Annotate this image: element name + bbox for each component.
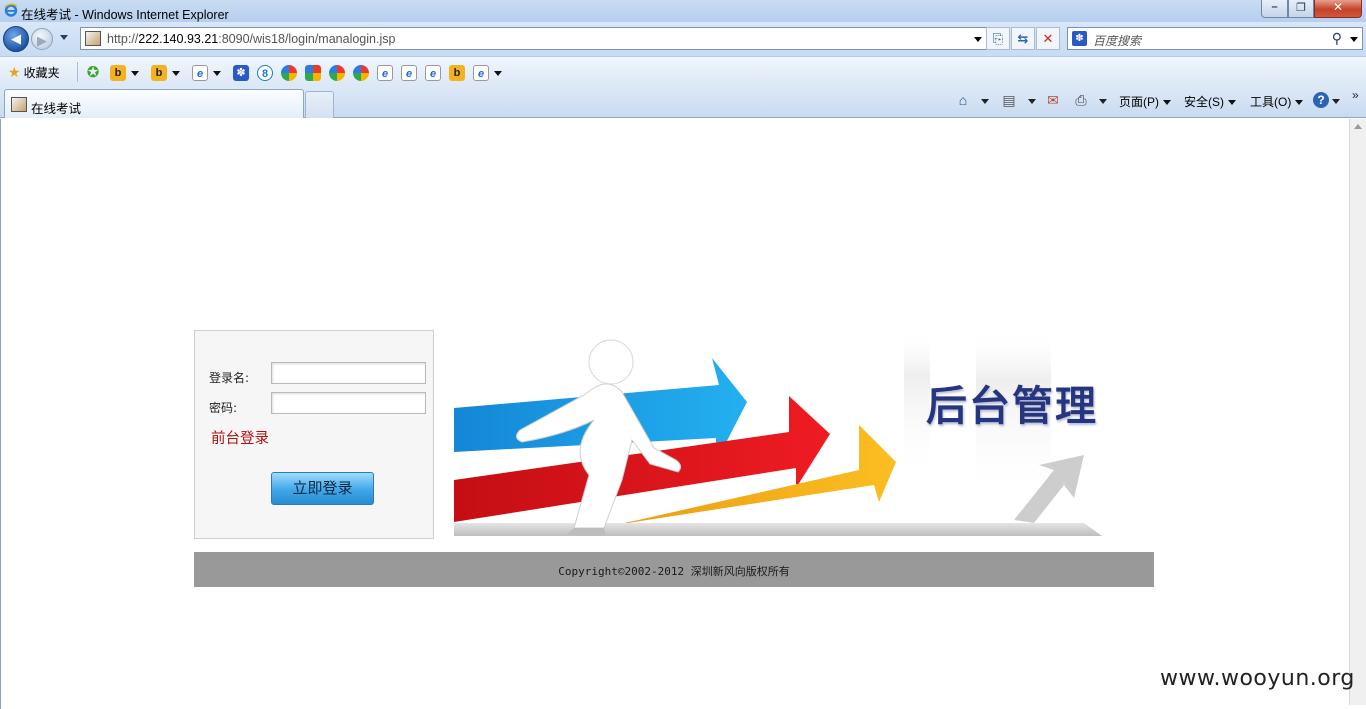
scroll-up-icon[interactable] xyxy=(1354,124,1362,129)
minimize-icon: – xyxy=(1271,1,1278,13)
copyright-text: Copyright©2002-2012 深圳新风向版权所有 xyxy=(558,565,790,578)
admin-title: 后台管理 xyxy=(926,382,1098,430)
chevron-down-icon[interactable] xyxy=(1332,99,1340,104)
ie-page-icon[interactable]: e xyxy=(192,65,208,81)
star-icon: ★ xyxy=(8,64,21,80)
ie-page-icon[interactable]: e xyxy=(377,65,393,81)
compatibility-icon: ⎘ xyxy=(992,31,1004,46)
password-field[interactable] xyxy=(271,392,426,414)
tab-active[interactable]: 在线考试 xyxy=(4,89,304,118)
ie-page-icon[interactable]: e xyxy=(401,65,417,81)
refresh-button[interactable]: ⇆ xyxy=(1011,27,1035,50)
favorites-bar: ★ 收藏夹 ✪ b b e ✽ 8 e e e b e xyxy=(0,56,1366,86)
bing-icon[interactable]: b xyxy=(449,65,465,81)
footer: Copyright©2002-2012 深圳新风向版权所有 xyxy=(194,552,1154,587)
colorful-site-icon[interactable] xyxy=(353,65,369,81)
vertical-scrollbar[interactable] xyxy=(1349,119,1366,705)
chevron-down-icon[interactable] xyxy=(213,71,221,76)
title-bar: 在线考试 - Windows Internet Explorer – ❐ ✕ xyxy=(0,0,1366,22)
colorful-site-icon[interactable] xyxy=(305,65,321,81)
ie-page-icon[interactable]: e xyxy=(425,65,441,81)
baidu-icon: ✽ xyxy=(1072,31,1087,46)
tools-menu-button[interactable]: 工具(O) xyxy=(1250,93,1304,110)
number-eight-icon[interactable]: 8 xyxy=(257,65,273,81)
front-login-link[interactable]: 前台登录 xyxy=(211,427,269,448)
favorites-label: 收藏夹 xyxy=(23,66,60,80)
refresh-icon: ⇆ xyxy=(1017,31,1029,46)
maximize-button[interactable]: ❐ xyxy=(1288,0,1314,18)
chevron-down-icon[interactable] xyxy=(974,37,982,42)
username-label: 登录名: xyxy=(209,371,250,385)
search-icon[interactable]: ⚲ xyxy=(1332,30,1342,47)
colorful-site-icon[interactable] xyxy=(329,65,345,81)
arrow-right-icon: ▶ xyxy=(37,33,47,48)
close-icon: ✕ xyxy=(1332,0,1344,14)
mail-icon[interactable]: ✉ xyxy=(1044,91,1062,109)
restore-icon: ❐ xyxy=(1296,2,1306,14)
window-title: 在线考试 - Windows Internet Explorer xyxy=(21,8,229,22)
address-bar[interactable]: http://222.140.93.21:8090/wis18/login/ma… xyxy=(80,27,988,50)
chevron-down-icon[interactable] xyxy=(981,99,989,104)
help-icon[interactable]: ? xyxy=(1313,92,1329,108)
recent-pages-dropdown[interactable] xyxy=(60,35,68,40)
search-box[interactable]: ✽ 百度搜索 ⚲ xyxy=(1067,27,1363,50)
home-icon[interactable]: ⌂ xyxy=(954,91,972,109)
search-options-dropdown[interactable] xyxy=(1350,37,1358,42)
search-input[interactable]: 百度搜索 xyxy=(1093,32,1141,49)
address-url[interactable]: http://222.140.93.21:8090/wis18/login/ma… xyxy=(107,32,395,46)
add-favorite-icon[interactable]: ✪ xyxy=(85,65,101,81)
more-commands-icon[interactable]: » xyxy=(1352,88,1359,102)
print-icon[interactable]: ⎙ xyxy=(1072,91,1090,109)
chevron-down-icon[interactable] xyxy=(1028,99,1036,104)
page-icon xyxy=(85,31,101,46)
watermark: www.wooyun.org xyxy=(1160,666,1355,691)
arrow-left-icon: ◀ xyxy=(11,31,21,46)
ie-page-icon[interactable]: e xyxy=(473,65,489,81)
tab-row: 在线考试 ⌂ ▤ ✉ ⎙ 页面(P) 安全(S) 工具(O) ? » xyxy=(0,86,1366,118)
chevron-down-icon[interactable] xyxy=(1099,99,1107,104)
chevron-down-icon[interactable] xyxy=(131,71,139,76)
chevron-down-icon[interactable] xyxy=(494,71,502,76)
banner-illustration xyxy=(454,330,1102,536)
password-label: 密码: xyxy=(209,401,238,415)
bing-icon[interactable]: b xyxy=(151,65,167,81)
stop-button[interactable]: ✕ xyxy=(1036,27,1060,50)
username-field[interactable] xyxy=(271,362,426,384)
colorful-site-icon[interactable] xyxy=(281,65,297,81)
address-row: ◀ ▶ http://222.140.93.21:8090/wis18/logi… xyxy=(0,22,1366,56)
forward-button[interactable]: ▶ xyxy=(31,28,53,50)
login-button[interactable]: 立即登录 xyxy=(271,472,374,505)
page-icon xyxy=(11,97,27,112)
baidu-icon[interactable]: ✽ xyxy=(233,65,249,81)
bing-icon[interactable]: b xyxy=(110,65,126,81)
floor xyxy=(454,523,1102,536)
back-button[interactable]: ◀ xyxy=(3,26,29,52)
login-panel: 登录名: 密码: 前台登录 立即登录 xyxy=(194,330,434,539)
new-tab-button[interactable] xyxy=(305,91,334,118)
ie-logo-icon xyxy=(4,3,18,17)
stop-icon: ✕ xyxy=(1042,31,1054,46)
chevron-down-icon[interactable] xyxy=(172,71,180,76)
safety-menu-button[interactable]: 安全(S) xyxy=(1184,93,1236,110)
page-menu-button[interactable]: 页面(P) xyxy=(1119,93,1171,110)
feeds-icon[interactable]: ▤ xyxy=(1000,91,1018,109)
minimize-button[interactable]: – xyxy=(1261,0,1288,18)
divider xyxy=(77,62,78,82)
close-window-button[interactable]: ✕ xyxy=(1314,0,1362,18)
tab-label: 在线考试 xyxy=(31,102,82,116)
compatibility-view-button[interactable]: ⎘ xyxy=(986,27,1010,50)
favorites-button[interactable]: ★ 收藏夹 xyxy=(8,64,60,81)
